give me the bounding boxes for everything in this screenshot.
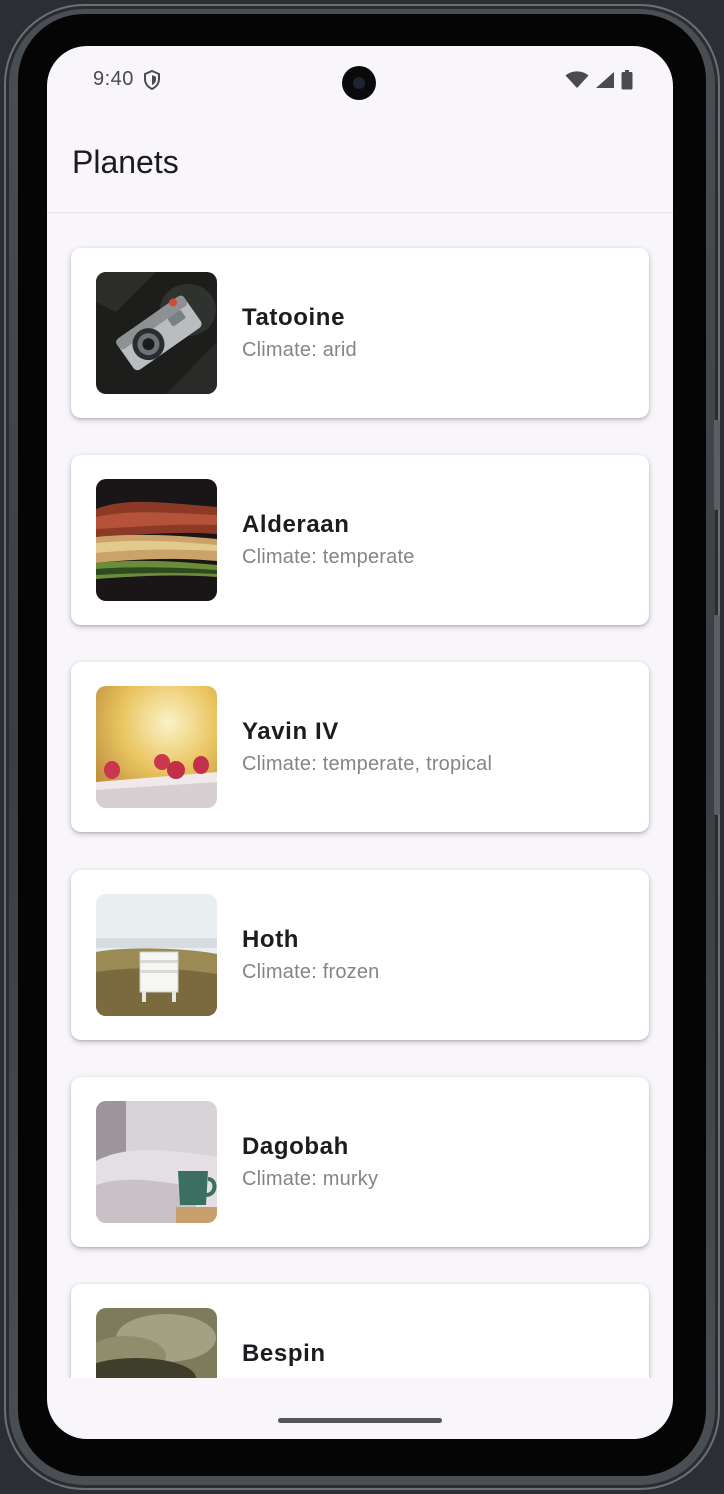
planet-name: Tatooine bbox=[242, 304, 346, 331]
planet-name: Hoth bbox=[242, 926, 300, 953]
planet-climate: Climate: murky bbox=[242, 1168, 379, 1190]
planet-thumbnail bbox=[96, 272, 217, 394]
device-screen: 9:40 Planets Tatooine Climate: arid Alde… bbox=[47, 46, 673, 1439]
planet-card-tatooine[interactable]: Tatooine Climate: arid bbox=[71, 248, 649, 418]
shield-icon bbox=[144, 70, 160, 90]
planet-name: Alderaan bbox=[242, 511, 350, 538]
status-icons bbox=[565, 70, 633, 90]
planet-card-hoth[interactable]: Hoth Climate: frozen bbox=[71, 870, 649, 1040]
planet-thumbnail bbox=[96, 479, 217, 601]
cellular-signal-icon bbox=[596, 72, 614, 88]
status-time: 9:40 bbox=[93, 68, 134, 90]
planet-climate: Climate: temperate, tropical bbox=[242, 753, 493, 775]
planet-card-dagobah[interactable]: Dagobah Climate: murky bbox=[71, 1077, 649, 1247]
planet-thumbnail bbox=[96, 894, 217, 1016]
planet-name: Yavin IV bbox=[242, 718, 339, 745]
planet-name: Bespin bbox=[242, 1340, 326, 1367]
planet-card-yavin-iv[interactable]: Yavin IV Climate: temperate, tropical bbox=[71, 662, 649, 832]
status-bar: 9:40 bbox=[47, 46, 673, 116]
top-app-bar: Planets bbox=[47, 116, 673, 213]
power-button bbox=[714, 420, 720, 510]
home-indicator[interactable] bbox=[278, 1418, 442, 1423]
planet-climate: Climate: arid bbox=[242, 339, 357, 361]
wifi-icon bbox=[565, 71, 589, 88]
battery-icon bbox=[621, 70, 633, 90]
front-camera-icon bbox=[342, 66, 376, 100]
planet-climate: Climate: temperate bbox=[242, 546, 415, 568]
page-title: Planets bbox=[72, 144, 179, 180]
volume-button bbox=[714, 615, 720, 815]
planet-thumbnail bbox=[96, 1101, 217, 1223]
planet-thumbnail bbox=[96, 686, 217, 808]
planet-thumbnail bbox=[96, 1308, 217, 1378]
planet-list[interactable]: Tatooine Climate: arid Alderaan Climate:… bbox=[47, 213, 673, 1378]
planet-climate: Climate: frozen bbox=[242, 961, 380, 983]
planet-card-alderaan[interactable]: Alderaan Climate: temperate bbox=[71, 455, 649, 625]
planet-name: Dagobah bbox=[242, 1133, 349, 1160]
planet-card-bespin[interactable]: Bespin bbox=[71, 1284, 649, 1378]
